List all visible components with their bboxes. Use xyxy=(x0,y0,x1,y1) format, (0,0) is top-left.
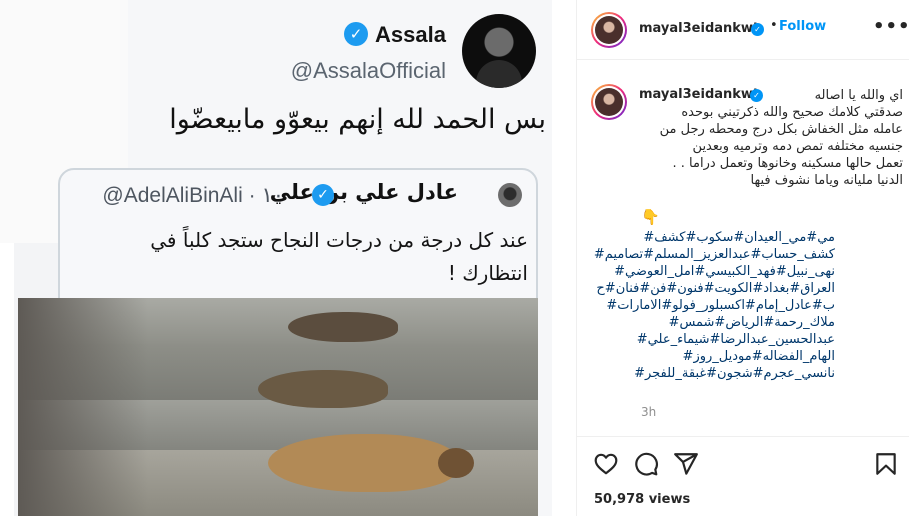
verified-icon: ✓ xyxy=(751,23,764,36)
quoted-verified-icon: ✓ xyxy=(312,184,334,206)
caption-area: اي والله يا اصاله صدقتي كلامك صحيح والله… xyxy=(577,60,909,436)
dog-shape xyxy=(258,370,388,408)
author-avatar[interactable] xyxy=(591,12,627,48)
image-white-edge xyxy=(0,243,14,516)
share-icon[interactable] xyxy=(673,451,699,477)
post-header: mayal3eidankwt ✓ • Follow ••• xyxy=(577,0,909,60)
caption-username[interactable]: mayal3eidankwt xyxy=(639,87,759,102)
dog-head-shape xyxy=(438,448,474,478)
image-right-margin xyxy=(552,0,576,516)
dog-shape xyxy=(288,312,398,342)
post-side-panel: mayal3eidankwt ✓ • Follow ••• اي والله ي… xyxy=(576,0,909,516)
tweet-author-name: Assala xyxy=(375,22,446,47)
actions-bar: 50,978 views xyxy=(577,436,909,516)
heart-icon[interactable] xyxy=(593,451,619,477)
comment-icon[interactable] xyxy=(633,451,659,477)
quoted-tweet-text: عند كل درجة من درجات النجاح ستجد كلباً ف… xyxy=(150,228,528,285)
post-time[interactable]: 3h xyxy=(641,405,656,419)
pointing-down-emoji: 👇 xyxy=(641,208,660,226)
bookmark-icon[interactable] xyxy=(873,451,899,477)
hashtags[interactable]: مي#مي_العيدان#سكوب#كشف# كشف_حساب#عبدالعز… xyxy=(594,229,835,382)
caption-author-avatar[interactable] xyxy=(591,84,627,120)
caption-verified-icon: ✓ xyxy=(750,89,763,102)
tweet-text: بس الحمد لله إنهم بيعوّو مابيعضّوا xyxy=(169,104,546,135)
views-count[interactable]: 50,978 views xyxy=(594,492,690,507)
follow-button[interactable]: Follow xyxy=(779,19,826,34)
caption-text: اي والله يا اصاله صدقتي كلامك صحيح والله… xyxy=(659,88,903,188)
quoted-author-avatar xyxy=(498,183,522,207)
dog-shape xyxy=(268,434,458,492)
separator-dot: • xyxy=(770,18,778,33)
post-image[interactable]: ✓ Assala @AssalaOfficial بس الحمد لله إن… xyxy=(0,0,576,516)
quoted-author-handle: @AdelAliBinAli · ١٠ xyxy=(102,184,284,207)
more-options-icon[interactable]: ••• xyxy=(873,16,909,37)
photo-shadow xyxy=(18,298,148,516)
dogs-photo xyxy=(18,298,538,516)
author-username[interactable]: mayal3eidankwt xyxy=(639,21,759,36)
quoted-author-name: عادل علي بن علي xyxy=(269,180,458,204)
tweet-verified-icon: ✓ xyxy=(344,22,368,46)
tweet-author-avatar xyxy=(462,14,536,88)
tweet-author-handle: @AssalaOfficial xyxy=(290,58,446,83)
